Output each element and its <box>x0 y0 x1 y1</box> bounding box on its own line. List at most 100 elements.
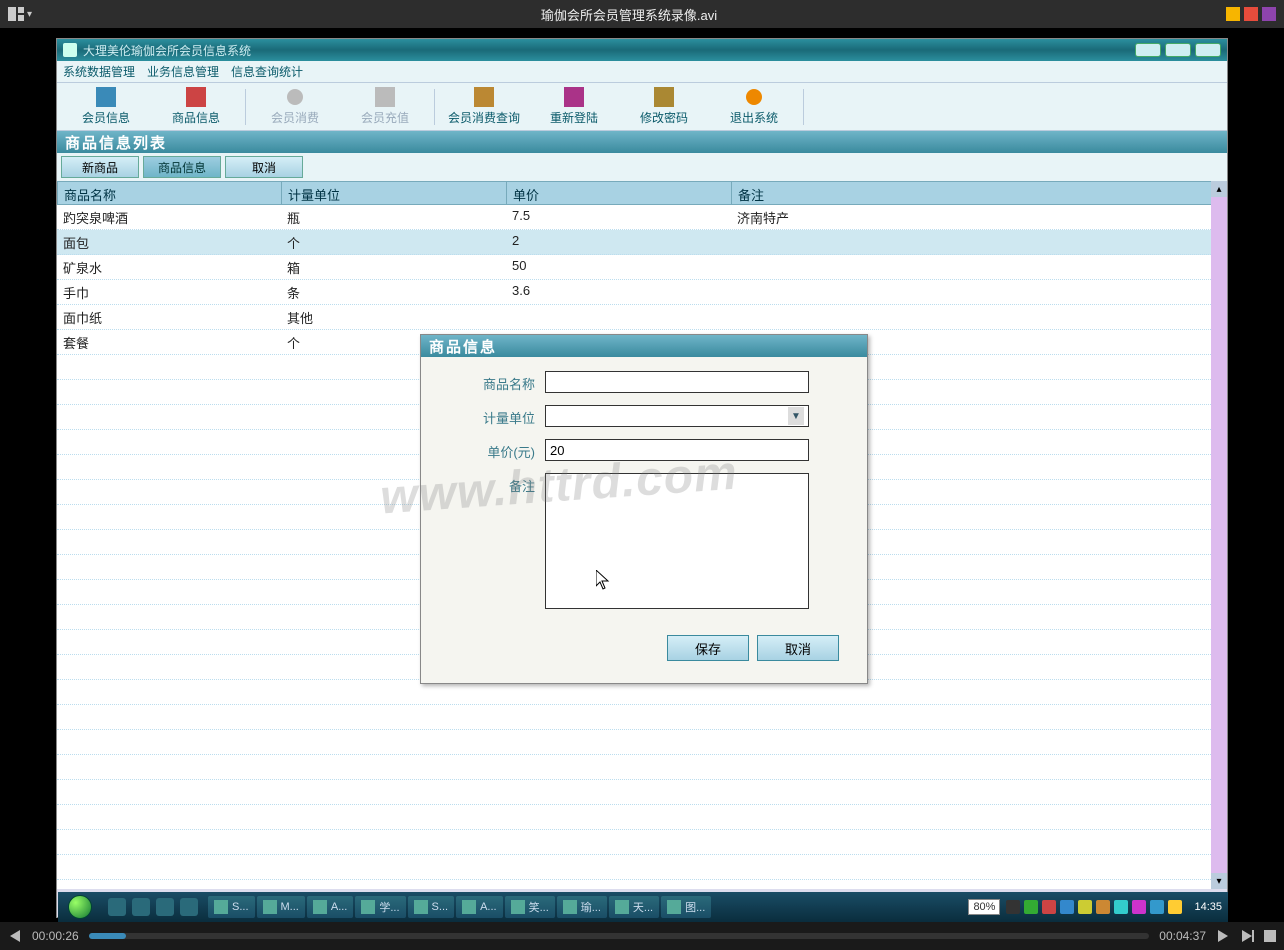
task-button[interactable]: A... <box>307 896 354 918</box>
table-row[interactable] <box>57 805 1227 830</box>
table-row[interactable]: 趵突泉啤酒瓶7.5济南特产 <box>57 205 1227 230</box>
th-name[interactable]: 商品名称 <box>58 182 282 204</box>
tb-relogin[interactable]: 重新登陆 <box>529 87 619 126</box>
windows-orb-icon <box>68 895 92 919</box>
cell-unit <box>281 780 506 804</box>
cell-note <box>731 705 1227 729</box>
table-row[interactable] <box>57 780 1227 805</box>
table-header: 商品名称 计量单位 单价 备注 <box>57 181 1227 205</box>
ql-icon[interactable] <box>180 898 198 916</box>
scroll-up-icon[interactable]: ▴ <box>1211 181 1227 197</box>
tray-icon[interactable] <box>1006 900 1020 914</box>
task-button[interactable]: 学... <box>355 896 405 918</box>
tray-icon[interactable] <box>1042 900 1056 914</box>
task-icon <box>563 900 577 914</box>
tb-product-info[interactable]: 商品信息 <box>151 87 241 126</box>
menu-query-stats[interactable]: 信息查询统计 <box>231 63 303 80</box>
tb-member-info[interactable]: 会员信息 <box>61 87 151 126</box>
cell-name <box>57 530 281 554</box>
task-button[interactable]: 图... <box>661 896 711 918</box>
cell-name <box>57 505 281 529</box>
task-button[interactable]: 笑... <box>505 896 555 918</box>
task-label: 天... <box>633 899 653 915</box>
tray-icon[interactable] <box>1168 900 1182 914</box>
menu-system-data[interactable]: 系统数据管理 <box>63 63 135 80</box>
ql-icon[interactable] <box>108 898 126 916</box>
cancel-button[interactable]: 取消 <box>757 635 839 661</box>
cell-name <box>57 430 281 454</box>
table-row[interactable] <box>57 855 1227 880</box>
tray-icon[interactable] <box>1024 900 1038 914</box>
close-button[interactable] <box>1195 43 1221 57</box>
task-label: 学... <box>379 899 399 915</box>
tray-icon[interactable] <box>1078 900 1092 914</box>
cell-unit <box>281 830 506 854</box>
cell-name: 套餐 <box>57 330 281 354</box>
player-controls: 00:00:26 00:04:37 <box>0 922 1284 950</box>
task-icon <box>462 900 476 914</box>
task-button[interactable]: M... <box>257 896 305 918</box>
taskbar-clock[interactable]: 14:35 <box>1188 901 1228 913</box>
input-product-name[interactable] <box>545 371 809 393</box>
menu-business-info[interactable]: 业务信息管理 <box>147 63 219 80</box>
table-row[interactable] <box>57 730 1227 755</box>
task-button[interactable]: S... <box>208 896 255 918</box>
layout-menu-button[interactable]: ▾ <box>8 4 32 24</box>
tab-new-product[interactable]: 新商品 <box>61 156 139 178</box>
task-label: S... <box>432 901 449 913</box>
ql-icon[interactable] <box>156 898 174 916</box>
table-row[interactable]: 矿泉水箱50 <box>57 255 1227 280</box>
table-row[interactable] <box>57 830 1227 855</box>
cell-price <box>506 705 731 729</box>
tb-change-password[interactable]: 修改密码 <box>619 87 709 126</box>
prev-button[interactable] <box>8 929 22 943</box>
task-button[interactable]: A... <box>456 896 503 918</box>
cell-note <box>731 855 1227 879</box>
tray-icon[interactable] <box>1060 900 1074 914</box>
tray-icon[interactable] <box>1096 900 1110 914</box>
tab-product-info[interactable]: 商品信息 <box>143 156 221 178</box>
maximize-button[interactable] <box>1165 43 1191 57</box>
th-price[interactable]: 单价 <box>507 182 732 204</box>
ql-icon[interactable] <box>132 898 150 916</box>
play-button[interactable] <box>1216 929 1230 943</box>
textarea-note[interactable] <box>545 473 809 609</box>
task-icon <box>511 900 525 914</box>
tray-icon[interactable] <box>1150 900 1164 914</box>
table-row[interactable] <box>57 755 1227 780</box>
task-button[interactable]: S... <box>408 896 455 918</box>
task-button[interactable]: 瑜... <box>557 896 607 918</box>
task-button[interactable]: 天... <box>609 896 659 918</box>
scroll-down-icon[interactable]: ▾ <box>1211 873 1227 889</box>
cell-name <box>57 780 281 804</box>
tray-icon[interactable] <box>1114 900 1128 914</box>
tab-cancel[interactable]: 取消 <box>225 156 303 178</box>
save-button[interactable]: 保存 <box>667 635 749 661</box>
tb-consume-query[interactable]: 会员消费查询 <box>439 87 529 126</box>
table-row[interactable]: 面巾纸其他 <box>57 305 1227 330</box>
table-row[interactable]: 面包个2 <box>57 230 1227 255</box>
table-row[interactable]: 手巾条3.6 <box>57 280 1227 305</box>
th-note[interactable]: 备注 <box>732 182 1226 204</box>
stop-button[interactable] <box>1264 930 1276 942</box>
task-icon <box>667 900 681 914</box>
task-label: 图... <box>685 899 705 915</box>
th-unit[interactable]: 计量单位 <box>282 182 507 204</box>
task-buttons: S...M...A...学...S...A...笑...瑜...天...图... <box>204 896 968 918</box>
input-price[interactable] <box>545 439 809 461</box>
cell-note <box>731 805 1227 829</box>
tray-icon[interactable] <box>1132 900 1146 914</box>
table-row[interactable] <box>57 705 1227 730</box>
task-icon <box>615 900 629 914</box>
tb-member-consume[interactable]: 会员消费 <box>250 87 340 126</box>
select-unit[interactable]: ▼ <box>545 405 809 427</box>
seek-track[interactable] <box>89 933 1150 939</box>
minimize-button[interactable] <box>1135 43 1161 57</box>
start-button[interactable] <box>58 892 102 922</box>
cell-unit <box>281 730 506 754</box>
vertical-scrollbar[interactable]: ▴ ▾ <box>1211 181 1227 889</box>
tb-member-recharge[interactable]: 会员充值 <box>340 87 430 126</box>
tb-exit[interactable]: 退出系统 <box>709 87 799 126</box>
next-button[interactable] <box>1240 929 1254 943</box>
app-title: 大理美伦瑜伽会所会员信息系统 <box>83 42 251 59</box>
